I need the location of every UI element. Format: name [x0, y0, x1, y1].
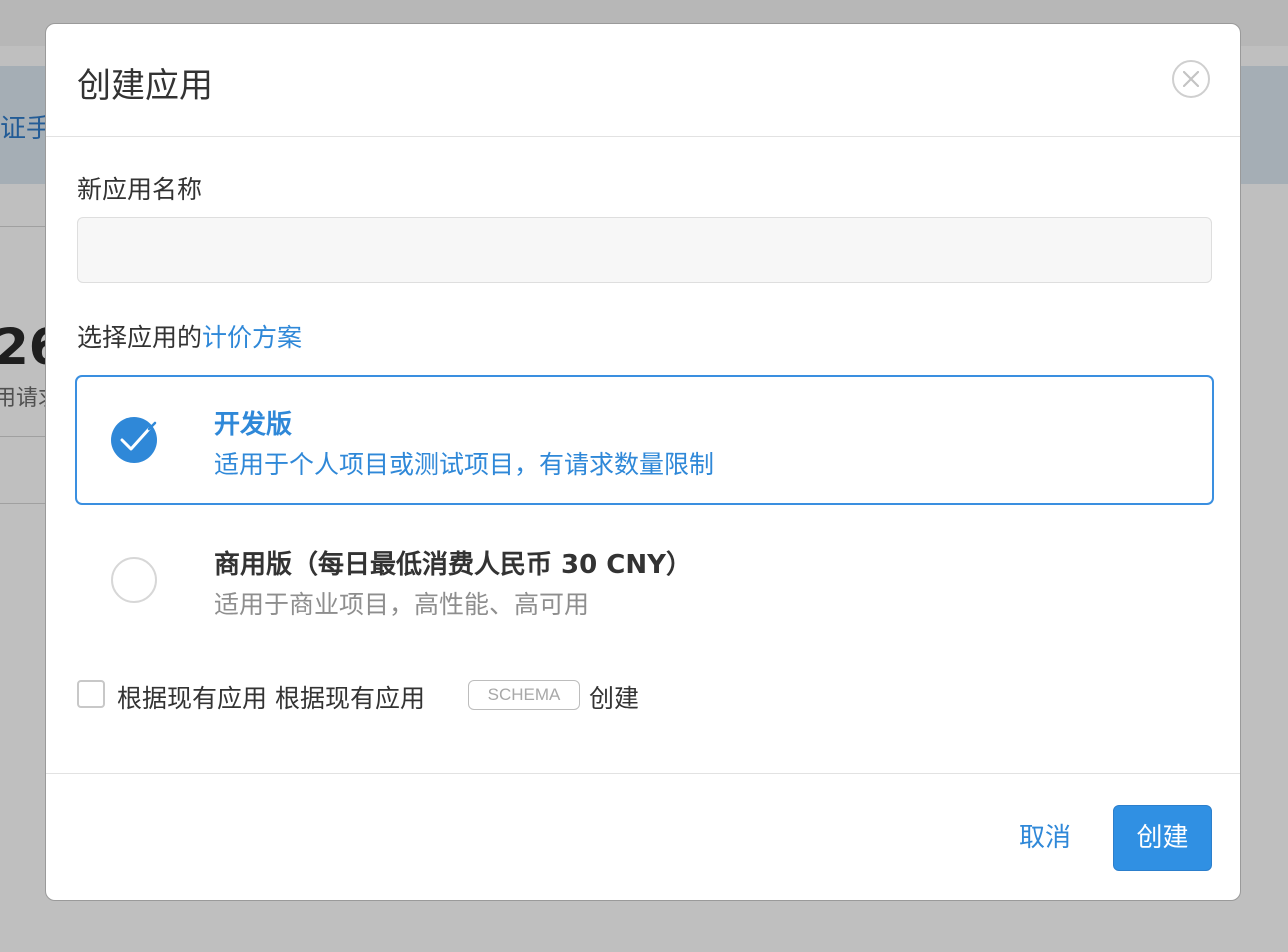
plan-name: 商用版（每日最低消费人民币 30 CNY） — [214, 550, 692, 580]
schema-option-label: 根据现有应用 根据现有应用 — [117, 684, 425, 713]
footer-divider — [46, 773, 1240, 774]
cancel-button[interactable]: 取消 — [1000, 805, 1090, 871]
radio-unchecked-icon[interactable] — [111, 557, 157, 603]
close-button[interactable] — [1172, 60, 1210, 98]
plan-name: 开发版 — [214, 410, 293, 440]
create-app-dialog: 创建应用 新应用名称 选择应用的计价方案 开发版 适用于个人项目或测试项目，有请… — [45, 23, 1241, 901]
close-icon — [1183, 71, 1199, 87]
plan-description: 适用于商业项目，高性能、高可用 — [214, 590, 590, 619]
app-name-input[interactable] — [77, 217, 1212, 283]
plan-label-text: 选择应用的 — [77, 323, 203, 352]
dialog-header: 创建应用 — [46, 24, 1240, 137]
plan-option-commercial[interactable]: 商用版（每日最低消费人民币 30 CNY） 适用于商业项目，高性能、高可用 — [75, 515, 1214, 645]
plan-description: 适用于个人项目或测试项目，有请求数量限制 — [214, 450, 715, 479]
schema-tag: SCHEMA — [468, 680, 580, 710]
schema-checkbox[interactable] — [77, 680, 105, 708]
pricing-plan-link[interactable]: 计价方案 — [202, 323, 302, 352]
create-button[interactable]: 创建 — [1113, 805, 1212, 871]
schema-option-suffix: 创建 — [589, 684, 640, 713]
dialog-title: 创建应用 — [77, 66, 213, 106]
plan-option-dev[interactable]: 开发版 适用于个人项目或测试项目，有请求数量限制 — [75, 375, 1214, 505]
radio-checked-icon[interactable] — [111, 417, 157, 463]
plan-section-label: 选择应用的计价方案 — [77, 318, 302, 354]
app-name-label: 新应用名称 — [77, 175, 203, 204]
